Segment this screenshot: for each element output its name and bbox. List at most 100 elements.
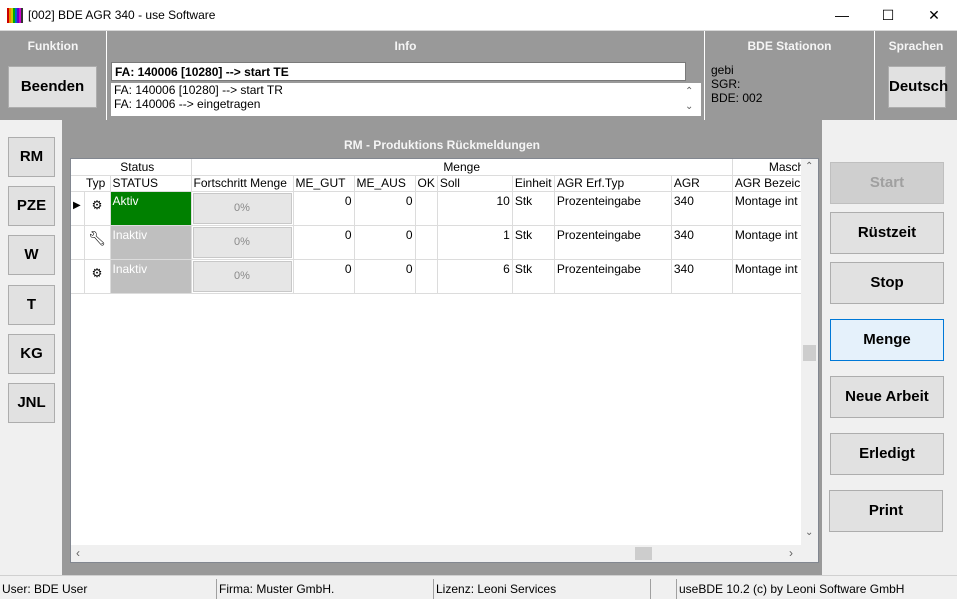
status-lizenz: Lizenz: Leoni Services [433,579,650,599]
column-header[interactable]: AGR Erf.Typ [554,175,672,192]
soll-cell: 10 [437,191,513,226]
info-history-list[interactable]: FA: 140006 [10280] --> start TR FA: 1400… [111,83,701,116]
funktion-title: Funktion [27,39,79,53]
erf-typ-cell: Prozenteingabe [554,259,672,294]
maximize-button[interactable]: ☐ [865,0,911,31]
ok-cell [415,225,438,260]
me-gut-cell: 0 [293,191,355,226]
scroll-down-icon[interactable]: ⌄ [805,527,813,538]
nav-kg-button[interactable]: KG [8,334,55,374]
production-table: Status Menge Maschi Typ STATUS Fortschri… [71,159,810,294]
group-header-maschine: Maschi [732,159,810,176]
status-version: useBDE 10.2 (c) by Leoni Software GmbH [676,579,957,599]
scroll-up-icon[interactable]: ⌃ [685,85,693,99]
info-title: Info [394,39,417,53]
column-header[interactable]: OK [415,175,438,192]
close-button[interactable]: ✕ [911,0,957,31]
beenden-button[interactable]: Beenden [8,66,97,108]
einheit-cell: Stk [512,259,555,294]
column-header[interactable]: Soll [437,175,513,192]
info-current-line: FA: 140006 [10280] --> start TE [111,62,686,81]
print-button[interactable]: Print [829,490,943,532]
start-button[interactable]: Start [830,162,944,204]
column-header[interactable]: Einheit [512,175,555,192]
column-header[interactable]: ME_AUS [354,175,416,192]
me-aus-cell: 0 [354,225,416,260]
nav-jnl-button[interactable]: JNL [8,383,55,423]
table-row[interactable]: 🔧︎ Inaktiv 0% 0 0 1 Stk Prozenteingabe 3… [71,225,810,260]
title-bar: [002] BDE AGR 340 - use Software — ☐ ✕ [0,0,957,31]
stop-button[interactable]: Stop [830,262,944,304]
scroll-down-icon[interactable]: ⌄ [685,100,693,114]
station-line: SGR: [711,77,741,91]
status-cell: Aktiv [110,191,192,226]
info-history-item: FA: 140006 [10280] --> start TR [114,83,283,97]
erf-typ-cell: Prozenteingabe [554,191,672,226]
scroll-up-icon[interactable]: ⌃ [805,161,813,172]
column-header[interactable]: Typ [84,175,111,192]
nav-t-button[interactable]: T [8,285,55,325]
einheit-cell: Stk [512,225,555,260]
gear-icon: ⚙ [84,191,111,226]
column-header[interactable]: STATUS [110,175,192,192]
bezeichnung-cell: Montage int [732,191,810,226]
minimize-button[interactable]: — [819,0,865,31]
station-title: BDE Stationon [747,39,832,53]
left-nav: RM PZE W T KG JNL [0,120,60,575]
status-cell: Inaktiv [110,259,192,294]
main-title: RM - Produktions Rückmeldungen [343,138,540,152]
progress-bar: 0% [192,192,292,224]
gear-icon: ⚙ [84,259,111,294]
table-row[interactable]: ▶ ⚙ Aktiv 0% 0 0 10 Stk Prozenteingabe 3… [71,191,810,226]
soll-cell: 1 [437,225,513,260]
column-header[interactable]: ME_GUT [293,175,355,192]
station-line: BDE: 002 [711,91,763,105]
station-info: gebi SGR: BDE: 002 [711,63,762,105]
agr-cell: 340 [671,259,733,294]
status-bar: User: BDE User Firma: Muster GmbH. Lizen… [0,575,957,599]
station-line: gebi [711,63,734,77]
horizontal-scrollbar[interactable]: ‹ › [71,545,803,562]
vertical-scroll-thumb[interactable] [803,345,816,361]
column-header[interactable]: AGR [671,175,733,192]
info-history-item: FA: 140006 --> eingetragen [114,97,261,111]
erledigt-button[interactable]: Erledigt [830,433,944,475]
funktion-panel: Funktion Beenden [0,31,107,120]
language-button[interactable]: Deutsch [888,66,948,108]
column-header[interactable]: AGR Bezeich [732,175,810,192]
progress-bar: 0% [192,226,292,258]
nav-pze-button[interactable]: PZE [8,186,55,226]
column-header[interactable]: Fortschritt Menge [191,175,294,192]
me-aus-cell: 0 [354,191,416,226]
bezeichnung-cell: Montage int [732,225,810,260]
row-selector-icon: ▶ [71,191,85,226]
bezeichnung-cell: Montage int [732,259,810,294]
scroll-right-icon[interactable]: › [789,546,793,560]
ok-cell [415,191,438,226]
vertical-scrollbar[interactable]: ⌃ ⌄ [801,159,818,547]
sprachen-title: Sprachen [888,39,944,53]
scroll-left-icon[interactable]: ‹ [76,546,80,560]
menge-button[interactable]: Menge [830,319,944,361]
action-panel: Start Rüstzeit Stop Menge Neue Arbeit Er… [822,120,957,575]
ruestzeit-button[interactable]: Rüstzeit [830,212,944,254]
sprachen-panel: Sprachen Deutsch [875,31,957,120]
wrench-icon: 🔧︎ [84,225,111,260]
info-history-item: ... [114,111,701,116]
nav-w-button[interactable]: W [8,235,55,275]
neue-arbeit-button[interactable]: Neue Arbeit [830,376,944,418]
production-grid[interactable]: Status Menge Maschi Typ STATUS Fortschri… [70,158,819,563]
horizontal-scroll-thumb[interactable] [635,547,652,560]
me-gut-cell: 0 [293,259,355,294]
status-user: User: BDE User [2,582,88,596]
nav-rm-button[interactable]: RM [8,137,55,177]
agr-cell: 340 [671,225,733,260]
group-header-status: Status [84,159,192,176]
einheit-cell: Stk [512,191,555,226]
erf-typ-cell: Prozenteingabe [554,225,672,260]
table-row[interactable]: ⚙ Inaktiv 0% 0 0 6 Stk Prozenteingabe 34… [71,259,810,294]
progress-bar: 0% [192,260,292,292]
app-icon [7,8,23,23]
group-header-menge: Menge [191,159,733,176]
scroll-corner [801,545,818,562]
